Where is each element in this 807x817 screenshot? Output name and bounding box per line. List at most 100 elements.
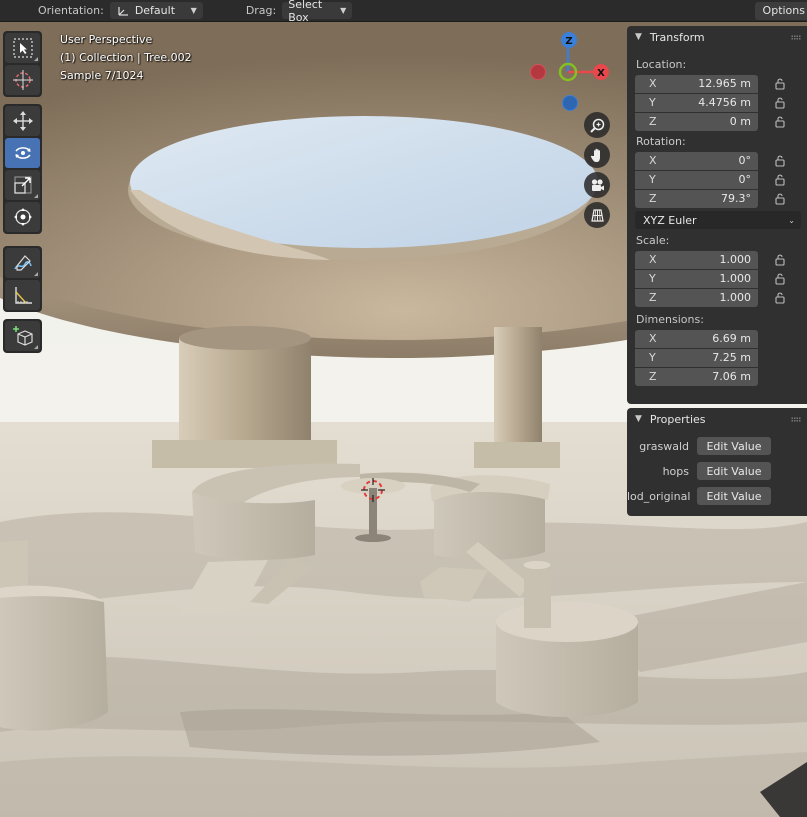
pan-button[interactable] — [584, 142, 610, 168]
dimensions-label: Dimensions: — [636, 313, 704, 326]
rotation-mode-dropdown[interactable]: XYZ Euler ⌄ — [635, 211, 801, 229]
zoom-button[interactable] — [584, 112, 610, 138]
move-icon — [12, 111, 33, 131]
viewport-info: User Perspective (1) Collection | Tree.0… — [60, 31, 192, 85]
drag-grip-icon[interactable] — [791, 417, 801, 422]
tool-annotate[interactable] — [5, 248, 40, 278]
orientation-label: Orientation: — [38, 4, 104, 17]
lock-icon[interactable] — [772, 291, 788, 305]
property-name: graswald — [639, 439, 689, 453]
location-field[interactable]: Y 4.4756 m — [635, 93, 758, 112]
lock-icon[interactable] — [772, 192, 788, 206]
axis-label: Z — [649, 291, 657, 304]
axis-label: X — [649, 332, 657, 345]
rotation-value: 79.3° — [721, 192, 751, 205]
axis-label: Z — [649, 192, 657, 205]
dimension-field[interactable]: Z 7.06 m — [635, 367, 758, 386]
scale-field[interactable]: Z 1.000 — [635, 288, 758, 307]
navigation-gizmo[interactable]: Z X — [525, 30, 615, 115]
rotation-field[interactable]: X 0° — [635, 151, 758, 170]
lock-icon[interactable] — [772, 77, 788, 91]
location-field[interactable]: X 12.965 m — [635, 74, 758, 93]
properties-panel-header[interactable]: ▼ Properties — [627, 408, 807, 430]
scale-field[interactable]: X 1.000 — [635, 250, 758, 269]
render-sample: Sample 7/1024 — [60, 69, 144, 82]
rotation-mode-value: XYZ Euler — [643, 213, 697, 227]
drag-dropdown[interactable]: Select Box ▼ — [282, 0, 353, 24]
transform-icon — [13, 208, 32, 226]
view-name: User Perspective — [60, 33, 153, 46]
property-row: hops Edit Value — [627, 459, 807, 483]
options-button[interactable]: Options — [754, 2, 807, 20]
dimension-field[interactable]: X 6.69 m — [635, 329, 758, 348]
properties-title: Properties — [649, 412, 706, 426]
lock-icon[interactable] — [772, 154, 788, 168]
ortho-toggle-button[interactable] — [584, 202, 610, 228]
rotation-field[interactable]: Z 79.3° — [635, 189, 758, 208]
lock-icon[interactable] — [772, 115, 788, 129]
tool-add-cube[interactable] — [5, 321, 40, 351]
tool-select-box[interactable] — [5, 33, 40, 63]
annotate-icon — [13, 255, 32, 271]
camera-view-button[interactable] — [584, 172, 610, 198]
rotation-label: Rotation: — [636, 135, 686, 148]
location-value: 0 m — [729, 115, 751, 128]
location-row: X 12.965 m — [635, 74, 807, 93]
axis-label: Z — [649, 115, 657, 128]
tool-rotate[interactable] — [5, 138, 40, 168]
axis-label: X — [649, 253, 657, 266]
camera-icon — [591, 178, 604, 191]
rotation-row: X 0° — [635, 151, 807, 170]
location-label: Location: — [636, 58, 687, 71]
orientation-icon — [118, 6, 128, 16]
lock-icon[interactable] — [772, 96, 788, 110]
tool-move[interactable] — [5, 106, 40, 136]
drag-grip-icon[interactable] — [791, 35, 801, 40]
chevron-down-icon: ▼ — [190, 6, 197, 15]
property-row: lod_original Edit Value — [627, 484, 807, 508]
gizmo-x-label: X — [597, 68, 605, 79]
lock-icon[interactable] — [772, 272, 788, 286]
cursor-icon — [12, 70, 33, 90]
transform-panel: ▼ Transform Location: X 12.965 m Y 4.4756 m… — [627, 26, 807, 404]
dimension-value: 6.69 m — [712, 332, 751, 345]
gizmo-neg-x-icon[interactable] — [530, 64, 546, 80]
rotation-field[interactable]: Y 0° — [635, 170, 758, 189]
gizmo-neg-z-icon[interactable] — [562, 95, 578, 111]
tool-cursor[interactable] — [5, 65, 40, 95]
scale-label: Scale: — [636, 234, 670, 247]
tool-scale[interactable] — [5, 170, 40, 200]
orientation-dropdown[interactable]: Default ▼ — [109, 2, 203, 19]
lock-icon[interactable] — [772, 253, 788, 267]
edit-value-button[interactable]: Edit Value — [697, 487, 771, 505]
transform-panel-header[interactable]: ▼ Transform — [627, 26, 807, 48]
viewport-header: Orientation: Default ▼ Drag: Select Box … — [0, 0, 807, 24]
scale-value: 1.000 — [719, 253, 752, 266]
tool-transform[interactable] — [5, 202, 40, 232]
drag-label: Drag: — [245, 4, 277, 17]
edit-value-button[interactable]: Edit Value — [697, 462, 771, 480]
dimension-row: Y 7.25 m — [635, 348, 807, 367]
location-field[interactable]: Z 0 m — [635, 112, 758, 131]
toolbar-group-add — [3, 319, 42, 353]
axis-label: X — [649, 77, 657, 90]
active-object: (1) Collection | Tree.002 — [60, 51, 192, 64]
location-value: 4.4756 m — [698, 96, 751, 109]
scale-value: 1.000 — [719, 272, 752, 285]
location-row: Y 4.4756 m — [635, 93, 807, 112]
rotation-row: Y 0° — [635, 170, 807, 189]
dimension-field[interactable]: Y 7.25 m — [635, 348, 758, 367]
select-box-icon — [12, 38, 33, 58]
axis-label: Y — [649, 173, 656, 186]
edit-value-button[interactable]: Edit Value — [697, 437, 771, 455]
gizmo-z-label: Z — [565, 36, 572, 47]
tool-measure[interactable] — [5, 280, 40, 310]
toolbar-group-select — [3, 31, 42, 97]
toolbar-group-transform — [3, 104, 42, 234]
scale-field[interactable]: Y 1.000 — [635, 269, 758, 288]
location-value: 12.965 m — [698, 77, 751, 90]
drag-value: Select Box — [288, 0, 323, 24]
dimension-row: Z 7.06 m — [635, 367, 807, 386]
property-name: lod_original — [627, 489, 691, 503]
lock-icon[interactable] — [772, 173, 788, 187]
